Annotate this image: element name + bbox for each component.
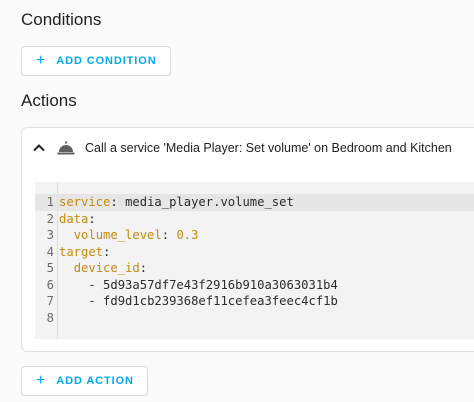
code-text: volume_level: 0.3 [59, 227, 199, 244]
line-number: 7 [46, 294, 54, 308]
yaml-value: 5d93a57df7e43f2916b910a3063031b4 [103, 277, 338, 292]
plus-icon: + [36, 372, 47, 389]
line-number: 6 [46, 277, 54, 292]
yaml-separator: : [139, 261, 148, 275]
yaml-separator: - [88, 294, 104, 308]
code-line[interactable]: 6 - 5d93a57df7e43f2916b910a3063031b4 [35, 277, 474, 294]
chevron-up-icon[interactable] [32, 141, 46, 155]
code-text: data: [59, 211, 96, 228]
yaml-separator: - [88, 277, 104, 292]
automation-editor: Conditions + ADD CONDITION Actions Call … [0, 0, 474, 402]
yaml-separator: : [161, 228, 177, 242]
code-line[interactable]: 7 - fd9d1cb239368ef11cefea3feec4cf1b [35, 293, 474, 310]
room-service-icon [57, 141, 75, 155]
action-card-header[interactable]: Call a service 'Media Player: Set volume… [22, 128, 474, 168]
add-condition-button[interactable]: + ADD CONDITION [21, 46, 171, 76]
line-number: 4 [46, 244, 54, 259]
action-card-title: Call a service 'Media Player: Set volume… [85, 141, 452, 155]
code-text: - fd9d1cb239368ef11cefea3feec4cf1b [59, 293, 338, 310]
code-line[interactable]: 4 target: [35, 244, 474, 261]
line-number: 1 [46, 195, 54, 209]
code-text: device_id: [59, 260, 147, 277]
yaml-key: target [59, 244, 104, 259]
yaml-key: device_id [73, 261, 140, 275]
code-text: service: media_player.volume_set [59, 194, 294, 211]
code-line[interactable]: 3 volume_level: 0.3 [35, 227, 474, 244]
line-number: 5 [46, 261, 54, 275]
code-text: - 5d93a57df7e43f2916b910a3063031b4 [59, 277, 338, 294]
yaml-value: 0.3 [176, 228, 199, 242]
code-line[interactable]: 8 [35, 310, 474, 327]
yaml-code-editor[interactable]: 1 service: media_player.volume_set 2 data: 3… [35, 182, 474, 339]
line-number: 8 [46, 310, 54, 325]
yaml-separator: : [88, 211, 96, 226]
code-text: target: [59, 244, 110, 261]
yaml-separator: : [103, 244, 111, 259]
line-number: 2 [46, 211, 54, 226]
code-line[interactable]: 1 service: media_player.volume_set [35, 194, 474, 211]
yaml-value: media_player.volume_set [125, 195, 294, 209]
add-action-button[interactable]: + ADD ACTION [21, 366, 148, 396]
yaml-key: service [59, 195, 111, 209]
add-condition-label: ADD CONDITION [56, 55, 157, 67]
plus-icon: + [36, 52, 47, 69]
add-action-label: ADD ACTION [56, 375, 134, 387]
yaml-separator: : [110, 195, 126, 209]
action-card: Call a service 'Media Player: Set volume… [21, 127, 474, 352]
yaml-key: volume_level [73, 228, 162, 242]
conditions-heading: Conditions [21, 10, 102, 29]
actions-heading: Actions [21, 91, 77, 110]
code-line[interactable]: 5 device_id: [35, 260, 474, 277]
code-line[interactable]: 2 data: [35, 211, 474, 228]
yaml-key: data [59, 211, 89, 226]
line-number: 3 [46, 228, 54, 242]
yaml-value: fd9d1cb239368ef11cefea3feec4cf1b [103, 294, 338, 308]
